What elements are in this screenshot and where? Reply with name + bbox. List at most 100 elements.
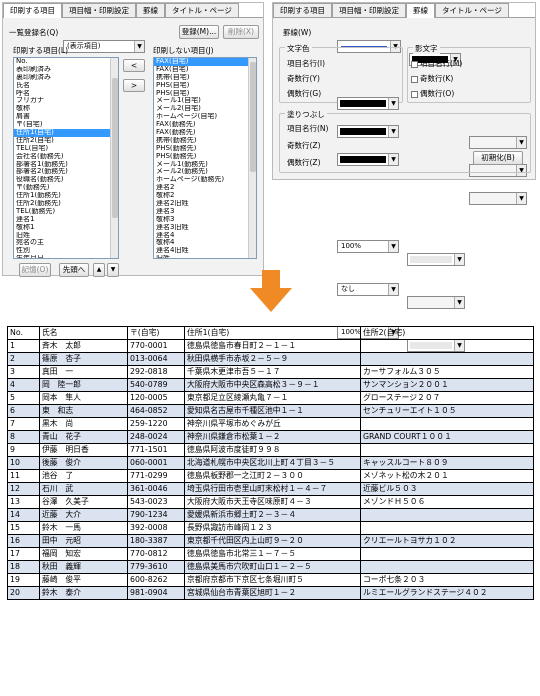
list-item[interactable]: 連名2旧姓: [154, 200, 256, 208]
table-cell: GRAND COURT１００１: [360, 430, 534, 444]
list-item[interactable]: 連名4: [154, 232, 256, 240]
list-item[interactable]: メール2(勤務先): [154, 168, 256, 176]
print-items-list[interactable]: No. 表印刷済み 裏印刷済み 氏名 呼名 フリガナ 敬称 肩書 〒(自宅) 住所1(自宅) 住所2…: [13, 57, 119, 259]
tab-border[interactable]: 罫線: [136, 3, 165, 17]
list-item[interactable]: 肩書: [14, 113, 118, 121]
column-header: 〒(自宅): [127, 326, 185, 340]
list-item[interactable]: 住所2(勤務先): [14, 200, 118, 208]
list-item[interactable]: 旧姓: [154, 255, 256, 258]
list-item[interactable]: ホームページ(勤務先): [154, 176, 256, 184]
table-cell: 3: [7, 365, 40, 379]
list-item[interactable]: メール1(勤務先): [154, 161, 256, 169]
list-item[interactable]: 連名3旧姓: [154, 224, 256, 232]
list-item[interactable]: TEL(勤務先): [14, 208, 118, 216]
list-item[interactable]: 連名1: [14, 216, 118, 224]
fill-item-name-pattern[interactable]: 100% ▼: [337, 240, 399, 253]
move-left-button[interactable]: <: [123, 59, 145, 72]
register-button[interactable]: 登録(M)...: [179, 25, 219, 39]
list-item[interactable]: 会社名(勤務先): [14, 153, 118, 161]
table-cell: 東 和志: [39, 404, 128, 418]
chevron-down-icon: ▼: [454, 297, 464, 308]
list-item[interactable]: 敬称1: [14, 224, 118, 232]
tab-print-items[interactable]: 印刷する項目: [273, 3, 332, 17]
checkbox[interactable]: [411, 90, 418, 98]
list-name-select[interactable]: (表示項目) ▼: [63, 40, 145, 53]
no-print-items-list[interactable]: FAX(自宅) FAX(自宅) 携帯(自宅) PHS(自宅) PHS(自宅) メール1(自…: [153, 57, 257, 259]
fill-odd-color[interactable]: ▼: [407, 296, 465, 309]
list-item[interactable]: No.: [14, 58, 118, 66]
list-item[interactable]: FAX(勤務先): [154, 121, 256, 129]
list-item[interactable]: 住所1(自宅): [14, 129, 118, 137]
list-item[interactable]: 敬称: [14, 105, 118, 113]
list-item[interactable]: PHS(自宅): [154, 90, 256, 98]
delete-button[interactable]: 削除(X): [223, 25, 259, 39]
table-cell: 771-0299: [127, 469, 185, 483]
move-up-button[interactable]: ▲: [93, 263, 105, 277]
shadow-even-checkbox[interactable]: 偶数行(O): [411, 88, 454, 99]
shadow-even-color[interactable]: ▼: [469, 192, 527, 205]
list-item[interactable]: 携帯(勤務先): [154, 137, 256, 145]
list-item[interactable]: PHS(自宅): [154, 82, 256, 90]
list-item[interactable]: FAX(勤務先): [154, 129, 256, 137]
fill-odd-pattern[interactable]: なし ▼: [337, 283, 399, 296]
column-header: No.: [7, 326, 40, 340]
scroll-thumb[interactable]: [250, 62, 256, 172]
list-item[interactable]: 〒(勤務先): [14, 184, 118, 192]
list-item[interactable]: 性別: [14, 247, 118, 255]
list-item[interactable]: ホームページ(自宅): [154, 113, 256, 121]
list-item[interactable]: 役職名(勤務先): [14, 176, 118, 184]
initialize-button[interactable]: 初期化(B): [473, 151, 523, 165]
list-item[interactable]: 敬称4: [154, 239, 256, 247]
checkbox[interactable]: [411, 75, 418, 83]
move-right-button[interactable]: >: [123, 79, 145, 92]
tab-border[interactable]: 罫線: [406, 3, 435, 18]
tab-width-settings[interactable]: 項目幅・印刷設定: [332, 3, 406, 17]
table-cell: 秋田 義輝: [39, 560, 128, 574]
shadow-item-name-checkbox[interactable]: 項目名行(M): [411, 58, 462, 69]
move-down-button[interactable]: ▼: [107, 263, 119, 277]
list-item[interactable]: 住所2(自宅): [14, 137, 118, 145]
list-item[interactable]: 敬称2: [154, 192, 256, 200]
list-item[interactable]: FAX(自宅): [154, 66, 256, 74]
table-cell: 篠原 杏子: [39, 352, 128, 366]
list-item[interactable]: FAX(自宅): [154, 58, 256, 66]
list-item[interactable]: 宛名の主: [14, 239, 118, 247]
list-item[interactable]: 氏名: [14, 82, 118, 90]
tab-title-page[interactable]: タイトル・ページ: [435, 3, 509, 17]
table-cell: 神奈川県鎌倉市松葉１－２: [184, 430, 361, 444]
list-item[interactable]: フリガナ: [14, 97, 118, 105]
print-list-scrollbar[interactable]: [110, 58, 118, 258]
list-item[interactable]: 敬称3: [154, 216, 256, 224]
list-item[interactable]: 連名2: [154, 184, 256, 192]
tab-title-page[interactable]: タイトル・ページ: [165, 3, 239, 17]
table-cell: 徳島県徳島市春日町２－１－１: [184, 339, 361, 353]
list-item[interactable]: 連名3: [154, 208, 256, 216]
fill-item-name-color[interactable]: ▼: [407, 253, 465, 266]
list-item[interactable]: 生年月日: [14, 255, 118, 258]
checkbox[interactable]: [411, 60, 418, 68]
list-item[interactable]: 連名4旧姓: [154, 247, 256, 255]
list-item[interactable]: TEL(自宅): [14, 145, 118, 153]
shadow-odd-checkbox[interactable]: 奇数行(K): [411, 73, 453, 84]
tab-width-settings[interactable]: 項目幅・印刷設定: [62, 3, 136, 17]
list-item[interactable]: メール1(自宅): [154, 97, 256, 105]
text-item-name-color[interactable]: ▼: [337, 97, 399, 110]
list-item[interactable]: 携帯(自宅): [154, 74, 256, 82]
list-item[interactable]: PHS(勤務先): [154, 153, 256, 161]
list-item[interactable]: 〒(自宅): [14, 121, 118, 129]
list-item[interactable]: 裏印刷済み: [14, 74, 118, 82]
list-item[interactable]: 部署名2(勤務先): [14, 168, 118, 176]
scroll-thumb[interactable]: [112, 78, 118, 218]
list-item[interactable]: 表印刷済み: [14, 66, 118, 74]
list-item[interactable]: 呼名: [14, 90, 118, 98]
tab-print-items[interactable]: 印刷する項目: [3, 3, 62, 18]
list-item[interactable]: PHS(勤務先): [154, 145, 256, 153]
move-top-button[interactable]: 先頭へ: [59, 263, 89, 277]
dialog2-tab-bar: 印刷する項目 項目幅・印刷設定 罫線 タイトル・ページ: [273, 3, 535, 18]
list-item[interactable]: 住所1(勤務先): [14, 192, 118, 200]
list-item[interactable]: 部署名1(勤務先): [14, 161, 118, 169]
list-item[interactable]: 旧姓: [14, 232, 118, 240]
no-print-list-scrollbar[interactable]: [248, 58, 256, 258]
memorize-button[interactable]: 記憶(O): [19, 263, 51, 277]
list-item[interactable]: メール2(自宅): [154, 105, 256, 113]
